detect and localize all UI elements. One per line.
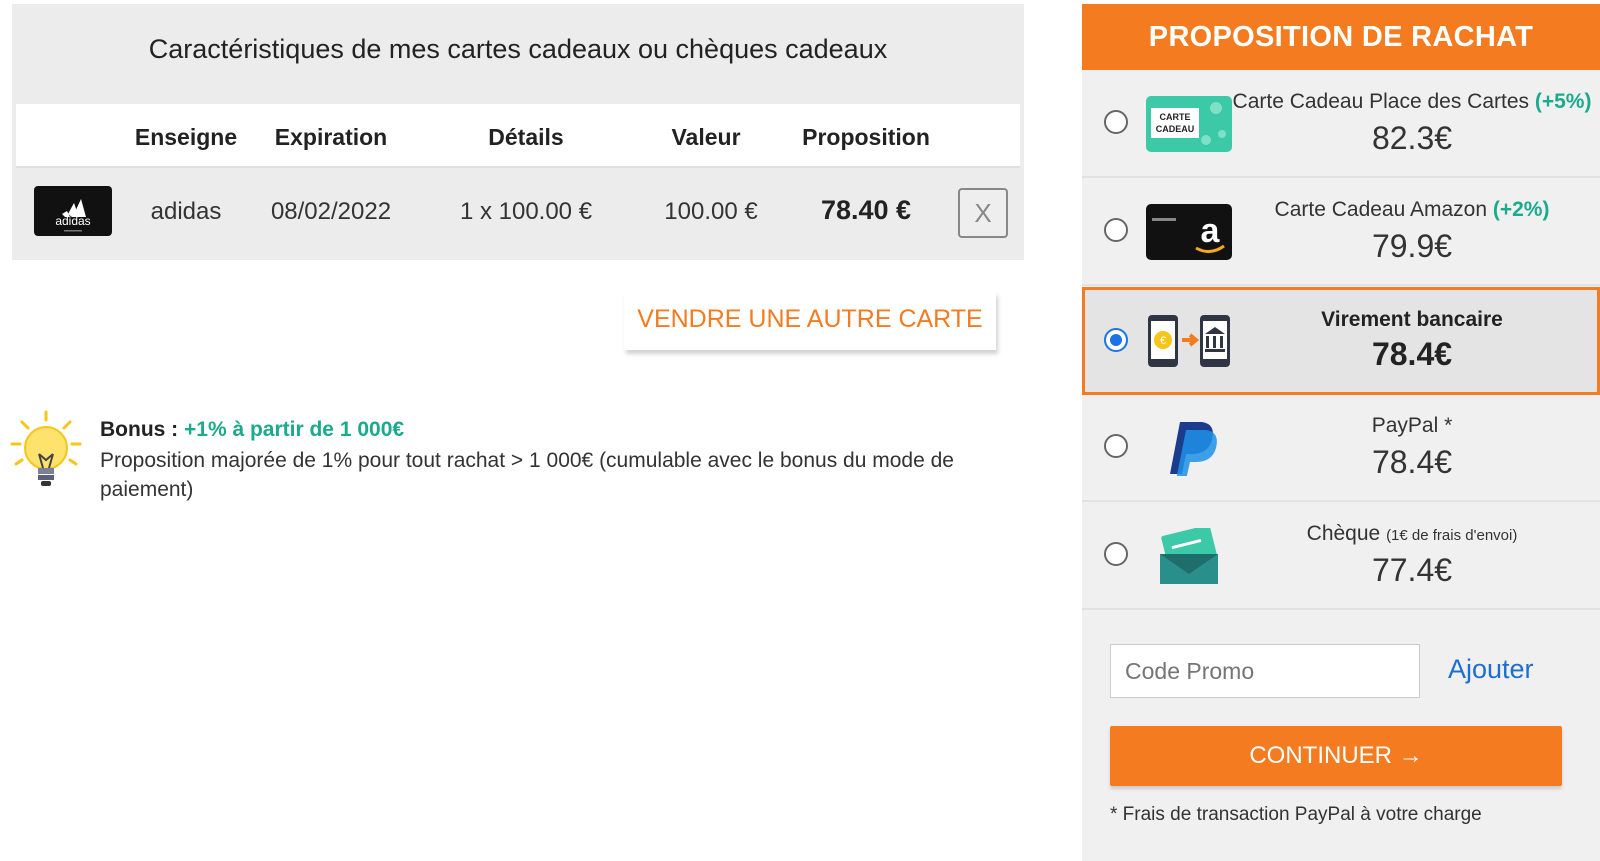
cell-brand: adidas	[150, 198, 222, 225]
option-price-bank-transfer: 78.4€	[1371, 336, 1453, 372]
radio-paypal[interactable]	[1104, 434, 1128, 458]
cell-expiration: 08/02/2022	[270, 198, 392, 225]
radio-amazon[interactable]	[1104, 218, 1128, 242]
sell-another-card-button[interactable]: VENDRE UNE AUTRE CARTE	[624, 292, 996, 350]
cell-value: 100.00 €	[664, 198, 758, 225]
svg-text:a: a	[1201, 212, 1221, 250]
option-bank-transfer[interactable]: € Virement bancaire 78.4€	[1082, 287, 1600, 395]
promo-code-input[interactable]	[1110, 644, 1420, 698]
option-price-paypal: 78.4€	[1371, 444, 1453, 480]
header-expiration: Expiration	[274, 124, 388, 150]
buyback-proposal-panel: PROPOSITION DE RACHAT CARTE CADEAU Carte…	[1082, 4, 1600, 861]
adidas-logo-text: adidas	[55, 214, 90, 228]
paypal-fee-footnote: * Frais de transaction PayPal à votre ch…	[1110, 804, 1482, 825]
option-paypal[interactable]: PayPal * 78.4€	[1082, 394, 1600, 502]
table-row: adidas adidas 08/02/2022 1 x 100.00 € 10…	[16, 170, 1020, 256]
option-amazon[interactable]: a Carte Cadeau Amazon (+2%) 79.9€	[1082, 178, 1600, 286]
option-price-cheque: 77.4€	[1371, 552, 1453, 588]
cell-details: 1 x 100.00 €	[459, 198, 593, 225]
header-enseigne: Enseigne	[134, 124, 238, 150]
amazon-icon: a	[1146, 204, 1232, 260]
bonus-title: Bonus : +1% à partir de 1 000€	[100, 418, 405, 441]
option-label-bank-transfer: Virement bancaire	[1321, 308, 1503, 331]
radio-bank-transfer[interactable]	[1104, 328, 1128, 352]
table-header: Enseigne Expiration Détails Valeur Propo…	[16, 104, 1020, 168]
paypal-icon	[1146, 420, 1232, 480]
option-label-place-des-cartes: Carte Cadeau Place des Cartes (+5%)	[1232, 90, 1592, 113]
svg-text:CARTE: CARTE	[1160, 112, 1191, 122]
cheque-icon	[1146, 524, 1232, 584]
option-label-amazon: Carte Cadeau Amazon (+2%)	[1274, 198, 1550, 221]
adidas-logo-icon: adidas	[34, 186, 112, 236]
bonus-highlight: +1% à partir de 1 000€	[184, 418, 405, 441]
radio-cheque[interactable]	[1104, 542, 1128, 566]
header-details: Détails	[488, 124, 564, 150]
option-price-amazon: 79.9€	[1371, 228, 1453, 264]
option-label-paypal: PayPal *	[1371, 414, 1453, 437]
header-proposition: Proposition	[802, 124, 930, 150]
add-promo-link[interactable]: Ajouter	[1448, 654, 1534, 685]
card-characteristics-panel: Caractéristiques de mes cartes cadeaux o…	[12, 4, 1024, 260]
gift-card-icon: CARTE CADEAU	[1146, 96, 1232, 152]
option-label-cheque: Chèque (1€ de frais d'envoi)	[1306, 522, 1518, 545]
radio-place-des-cartes[interactable]	[1104, 110, 1128, 134]
option-price-place-des-cartes: 82.3€	[1371, 120, 1453, 156]
buyback-title: PROPOSITION DE RACHAT	[1082, 4, 1600, 70]
lightbulb-icon	[10, 410, 82, 494]
remove-card-button[interactable]: X	[958, 188, 1008, 238]
cell-proposition: 78.40 €	[820, 195, 912, 225]
header-valeur: Valeur	[671, 124, 741, 150]
svg-text:CADEAU: CADEAU	[1156, 124, 1195, 134]
continue-button[interactable]: CONTINUER →	[1110, 726, 1562, 786]
option-cheque[interactable]: Chèque (1€ de frais d'envoi) 77.4€	[1082, 502, 1600, 610]
bank-transfer-icon: €	[1146, 313, 1232, 369]
svg-text:€: €	[1160, 335, 1166, 347]
option-place-des-cartes[interactable]: CARTE CADEAU Carte Cadeau Place des Cart…	[1082, 70, 1600, 178]
card-characteristics-title: Caractéristiques de mes cartes cadeaux o…	[148, 34, 888, 64]
bonus-description: Proposition majorée de 1% pour tout rach…	[100, 449, 954, 501]
